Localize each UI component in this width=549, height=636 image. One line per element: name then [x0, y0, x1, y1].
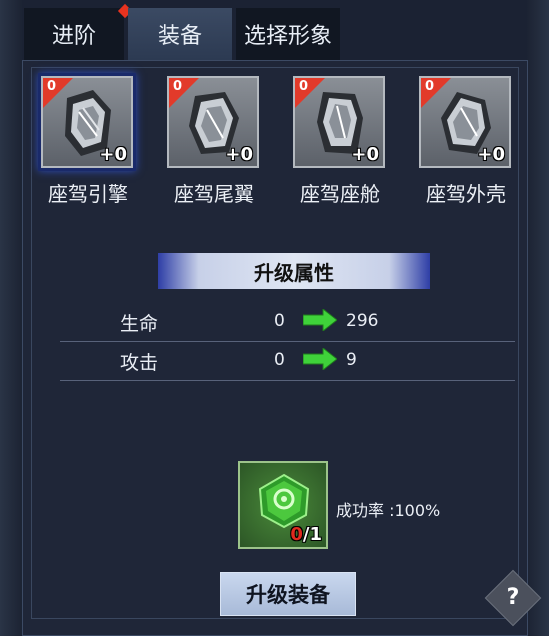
attribute-row-hp: 生命 0 296 — [60, 303, 515, 342]
slot-cockpit[interactable]: 0 +0 座驾座舱 — [285, 72, 405, 220]
upgrade-material-slot[interactable]: 0/1 — [238, 461, 328, 549]
tab-equipment[interactable]: 装备 — [128, 8, 232, 60]
tab-choose-appearance[interactable]: 选择形象 — [236, 8, 340, 60]
attribute-current-value: 0 — [274, 350, 285, 370]
slot-plus: +0 — [99, 144, 127, 165]
upgrade-equipment-button[interactable]: 升级装备 — [220, 572, 356, 616]
equipment-slots: 0 +0 座驾引擎 0 +0 座驾尾翼 0 +0 座驾座舱 0 +0 座驾外壳 — [33, 72, 519, 220]
slot-tail-wing[interactable]: 0 +0 座驾尾翼 — [159, 72, 279, 220]
slot-name: 座驾尾翼 — [174, 182, 254, 206]
slot-frame: 0 +0 — [419, 76, 511, 168]
material-need: /1 — [302, 524, 322, 545]
tab-advance[interactable]: 进阶 — [24, 3, 133, 60]
arrow-right-icon — [303, 309, 337, 331]
slot-level: 0 — [173, 79, 183, 94]
green-gem-icon — [258, 473, 310, 529]
upgrade-attributes-title: 升级属性 — [254, 260, 334, 285]
slot-engine[interactable]: 0 +0 座驾引擎 — [33, 72, 153, 220]
attribute-label: 攻击 — [120, 352, 159, 374]
slot-frame: 0 +0 — [41, 76, 133, 168]
attribute-row-attack: 攻击 0 9 — [60, 342, 515, 381]
material-count: 0/1 — [290, 524, 322, 545]
slot-level: 0 — [47, 79, 57, 94]
slot-name: 座驾引擎 — [48, 182, 128, 206]
material-have: 0 — [290, 524, 303, 545]
tab-bar: 进阶 装备 选择形象 — [24, 3, 340, 60]
upgrade-equipment-label: 升级装备 — [246, 583, 330, 607]
tab-advance-label: 进阶 — [51, 24, 96, 49]
arrow-right-icon — [303, 348, 337, 370]
success-rate: 成功率 :100% — [336, 501, 441, 520]
attribute-label: 生命 — [120, 313, 159, 335]
slot-shell[interactable]: 0 +0 座驾外壳 — [411, 72, 531, 220]
slot-name: 座驾座舱 — [300, 182, 380, 206]
upgrade-attributes-header: 升级属性 — [158, 253, 430, 289]
slot-plus: +0 — [225, 144, 253, 165]
attribute-next-value: 9 — [346, 350, 357, 370]
slot-frame: 0 +0 — [167, 76, 259, 168]
left-edge — [0, 0, 22, 636]
slot-name: 座驾外壳 — [426, 182, 506, 206]
attribute-current-value: 0 — [274, 311, 285, 331]
tab-choose-appearance-label: 选择形象 — [243, 24, 332, 49]
attribute-next-value: 296 — [346, 311, 379, 331]
slot-plus: +0 — [351, 144, 379, 165]
slot-level: 0 — [299, 79, 309, 94]
slot-frame: 0 +0 — [293, 76, 385, 168]
tab-equipment-label: 装备 — [157, 24, 202, 49]
slot-plus: +0 — [477, 144, 505, 165]
slot-level: 0 — [425, 79, 435, 94]
